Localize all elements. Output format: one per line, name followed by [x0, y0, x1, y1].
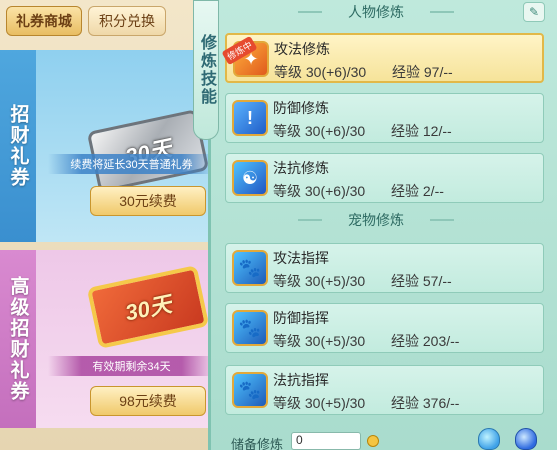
cultivation-row-pet-attack[interactable]: 🐾 攻法指挥 等级 30(+5)/30 经验 57/--	[225, 243, 544, 293]
voucher-card-basic: 招财礼券 30天 续费将延长30天普通礼券 30元续费	[0, 50, 215, 242]
cultivation-row-pet-resist[interactable]: 🐾 法抗指挥 等级 30(+5)/30 经验 376/--	[225, 365, 544, 415]
section-header-pet: 宠物修炼	[298, 210, 454, 230]
blue-flame-icon[interactable]	[515, 428, 537, 450]
voucher-card-premium: 高级招财礼券 30天 有效期剩余34天 98元续费	[0, 250, 215, 428]
row-name: 防御指挥	[273, 310, 329, 326]
reserve-value-field[interactable]: 0	[291, 432, 361, 450]
cultivation-row-attack-magic[interactable]: ✦ 修炼中 攻法修炼 等级 30(+6)/30 经验 97/--	[221, 33, 544, 83]
row-exp: 经验 97/--	[392, 64, 453, 80]
ticket-30day-gold-icon: 30天	[86, 265, 210, 349]
row-level: 等级 30(+5)/30	[273, 395, 366, 411]
section-header-character: 人物修炼	[298, 2, 454, 22]
row-level: 等级 30(+6)/30	[273, 183, 366, 199]
tab-points-exchange[interactable]: 积分兑换	[88, 6, 166, 36]
tab-voucher-mall[interactable]: 礼券商城	[6, 6, 82, 36]
potion-icon[interactable]	[478, 428, 500, 450]
defense-shield-icon: !	[232, 100, 268, 136]
pet-defense-icon: 🐾	[232, 310, 268, 346]
row-name: 防御修炼	[273, 100, 329, 116]
row-exp: 经验 57/--	[391, 273, 452, 289]
cultivation-row-magic-resist[interactable]: ☯ 法抗修炼 等级 30(+6)/30 经验 2/--	[225, 153, 544, 203]
voucher-mall-panel: 礼券商城 积分兑换 招财礼券 30天 续费将延长30天普通礼券 30元续费 高级…	[0, 0, 215, 450]
renew-30-button[interactable]: 30元续费	[90, 186, 206, 216]
card-note: 续费将延长30天普通礼券	[48, 154, 215, 174]
pet-attack-icon: 🐾	[232, 250, 268, 286]
row-name: 攻法修炼	[274, 41, 330, 57]
pet-resist-icon: 🐾	[232, 372, 268, 408]
row-name: 法抗指挥	[273, 372, 329, 388]
cultivation-row-pet-defense[interactable]: 🐾 防御指挥 等级 30(+5)/30 经验 203/--	[225, 303, 544, 353]
row-exp: 经验 376/--	[391, 395, 460, 411]
edit-icon[interactable]: ✎	[523, 2, 545, 22]
row-level: 等级 30(+5)/30	[273, 333, 366, 349]
row-level: 等级 30(+5)/30	[273, 273, 366, 289]
ticket-30day-silver-icon: 30天	[86, 109, 210, 193]
renew-98-button[interactable]: 98元续费	[90, 386, 206, 416]
card-side-label: 招财礼券	[0, 50, 36, 242]
cultivation-row-defense[interactable]: ! 防御修炼 等级 30(+6)/30 经验 12/--	[225, 93, 544, 143]
coin-icon	[367, 435, 379, 447]
row-exp: 经验 12/--	[391, 123, 452, 139]
row-name: 攻法指挥	[273, 250, 329, 266]
magic-resist-icon: ☯	[232, 160, 268, 196]
row-level: 等级 30(+6)/30	[274, 64, 367, 80]
row-name: 法抗修炼	[273, 160, 329, 176]
card-side-label: 高级招财礼券	[0, 250, 36, 428]
row-exp: 经验 2/--	[391, 183, 444, 199]
card-note: 有效期剩余34天	[48, 356, 215, 376]
row-exp: 经验 203/--	[391, 333, 460, 349]
row-level: 等级 30(+6)/30	[273, 123, 366, 139]
reserve-label: 储备修炼	[231, 437, 284, 450]
tab-cultivation-skills[interactable]: 修炼技能	[193, 0, 219, 140]
